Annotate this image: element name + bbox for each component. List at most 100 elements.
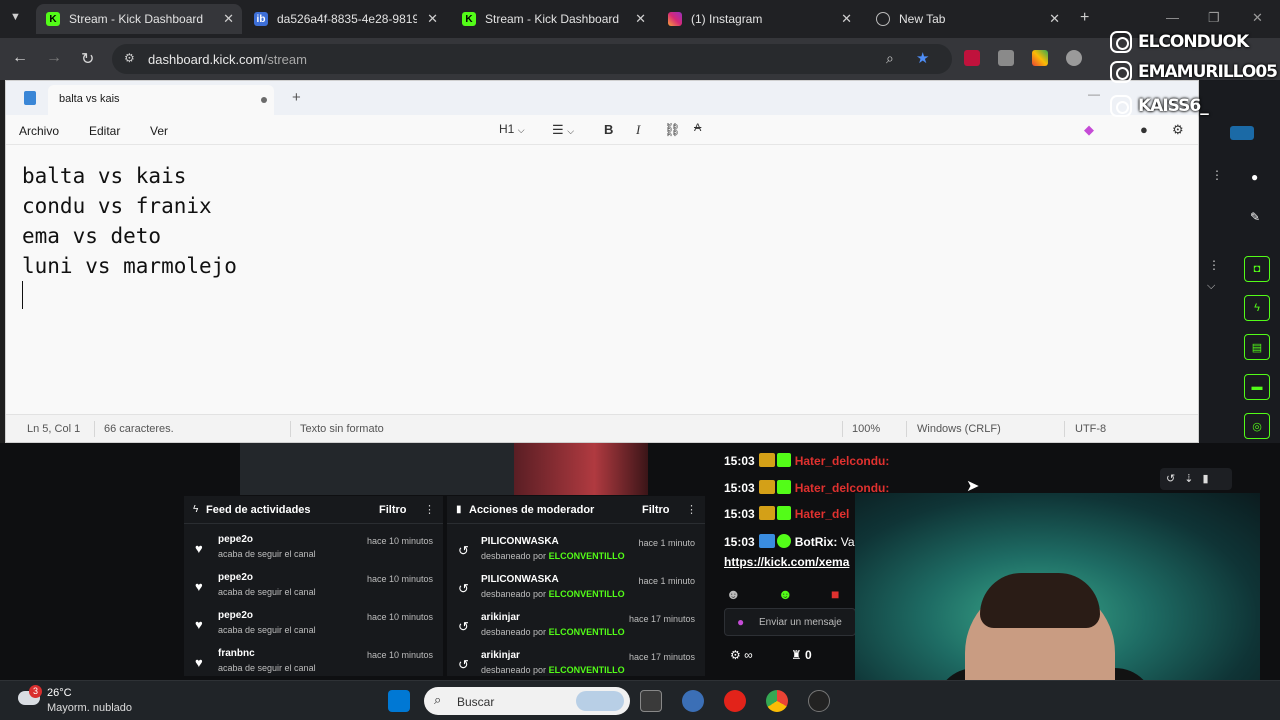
list-dropdown-icon[interactable]: ☰ ⌵ bbox=[552, 122, 574, 138]
zoom-level[interactable]: 100% bbox=[852, 423, 880, 435]
tab-search-icon[interactable]: ▼ bbox=[10, 11, 21, 23]
notification-badge: 3 bbox=[29, 685, 42, 698]
bot-badge-icon bbox=[758, 534, 775, 548]
taskbar-search[interactable]: ⌕ Buscar bbox=[424, 687, 630, 715]
cursor-position[interactable]: Ln 5, Col 1 bbox=[27, 423, 80, 435]
chrome-icon[interactable] bbox=[766, 690, 788, 712]
crown-badge-icon bbox=[758, 453, 775, 467]
more-options-icon[interactable]: ⋮ bbox=[1211, 168, 1223, 182]
restore-icon[interactable]: ❐ bbox=[1208, 10, 1220, 26]
menu-ver[interactable]: Ver bbox=[150, 124, 168, 138]
minimize-icon[interactable]: — bbox=[1166, 10, 1179, 25]
trash-icon[interactable]: ▮ bbox=[1202, 473, 1217, 485]
browser-tab-instagram[interactable]: (1) Instagram ✕ bbox=[658, 4, 860, 34]
browser-tab-kick-dashboard-2[interactable]: K Stream - Kick Dashboard ✕ bbox=[452, 4, 654, 34]
new-tab-button[interactable]: + bbox=[1080, 9, 1089, 27]
quick-action-button[interactable]: ◎ bbox=[1244, 413, 1270, 439]
more-options-icon[interactable]: ⋮ bbox=[1208, 258, 1220, 272]
heading-dropdown[interactable]: H1 ⌵ bbox=[499, 122, 525, 136]
edit-pencil-icon[interactable]: ✎ bbox=[1250, 210, 1260, 224]
notepad-tab[interactable]: balta vs kais bbox=[48, 85, 274, 115]
menu-editar[interactable]: Editar bbox=[89, 124, 120, 138]
ublock-extension-icon[interactable] bbox=[964, 50, 980, 66]
close-tab-icon[interactable]: ✕ bbox=[841, 11, 852, 27]
copilot-icon[interactable]: ◆ bbox=[1084, 122, 1094, 138]
weather-description[interactable]: Mayorm. nublado bbox=[47, 702, 132, 714]
close-tab-icon[interactable]: ✕ bbox=[427, 11, 438, 27]
mod-action-item: ↺ PILICONWASKA desbaneado por ELCONVENTI… bbox=[458, 536, 695, 561]
more-options-icon[interactable]: ⋮ bbox=[686, 503, 697, 516]
close-window-icon[interactable]: ✕ bbox=[1252, 10, 1263, 26]
browser-tab-kick-dashboard[interactable]: K Stream - Kick Dashboard ✕ bbox=[36, 4, 242, 34]
extension-icon[interactable] bbox=[998, 50, 1014, 66]
zoom-icon[interactable]: ⌕ bbox=[886, 50, 894, 67]
activity-feed-panel: ϟ Feed de actividades Filtro ⋮ ♥ pepe2o … bbox=[184, 496, 443, 676]
notepad-tab-title: balta vs kais bbox=[59, 93, 120, 105]
line-ending[interactable]: Windows (CRLF) bbox=[917, 423, 1001, 435]
link-icon[interactable]: ⛓ bbox=[664, 122, 681, 138]
extension-icon[interactable] bbox=[1032, 50, 1048, 66]
extension-icon[interactable] bbox=[1066, 50, 1082, 66]
emote-icon[interactable]: ☻ bbox=[726, 586, 741, 602]
address-bar[interactable]: ⚙ dashboard.kick.com/stream ⌕ ★ bbox=[112, 44, 952, 74]
text-format[interactable]: Texto sin formato bbox=[300, 423, 384, 435]
account-icon[interactable]: ● bbox=[1140, 122, 1148, 137]
quick-action-button[interactable]: ϟ bbox=[1244, 295, 1270, 321]
filter-button[interactable]: Filtro bbox=[379, 504, 407, 516]
unsaved-dot-icon[interactable] bbox=[261, 97, 267, 103]
bookmark-star-icon[interactable]: ★ bbox=[916, 49, 929, 67]
notepad-text-area[interactable]: balta vs kais condu vs franix ema vs det… bbox=[22, 161, 237, 311]
mod-actions-panel: ▮ Acciones de moderador Filtro ⋮ ↺ PILIC… bbox=[447, 496, 705, 676]
notepad-statusbar: Ln 5, Col 1 66 caracteres. Texto sin for… bbox=[6, 414, 1198, 442]
undo-icon[interactable]: ↺ bbox=[1166, 473, 1184, 485]
quick-action-button[interactable]: ▤ bbox=[1244, 334, 1270, 360]
emote-icon[interactable]: ☻ bbox=[778, 586, 793, 602]
browser-tab-document[interactable]: ib da526a4f-8835-4e28-9819- ✕ bbox=[244, 4, 446, 34]
filter-button[interactable]: Filtro bbox=[642, 504, 670, 516]
info-icon[interactable]: ● bbox=[1251, 170, 1258, 184]
chat-settings-icon[interactable]: ⚙ ∞ bbox=[730, 648, 753, 662]
chat-link[interactable]: https://kick.com/xema bbox=[724, 555, 849, 575]
reload-icon[interactable]: ↻ bbox=[81, 49, 94, 69]
search-highlight-image bbox=[576, 691, 624, 711]
chat-input[interactable]: ● Enviar un mensaje bbox=[724, 608, 856, 636]
obs-icon[interactable] bbox=[808, 690, 830, 712]
minimize-icon[interactable]: — bbox=[1088, 87, 1100, 101]
status-divider bbox=[842, 421, 843, 437]
site-info-icon[interactable]: ⚙ bbox=[124, 51, 135, 65]
task-view-icon[interactable] bbox=[640, 690, 662, 712]
clear-format-icon[interactable]: A bbox=[694, 122, 701, 134]
weather-temperature[interactable]: 26°C bbox=[47, 687, 72, 699]
back-arrow-icon[interactable]: ← bbox=[12, 49, 28, 67]
windows-start-icon[interactable] bbox=[388, 690, 410, 712]
undo-icon: ↺ bbox=[458, 657, 469, 672]
settings-gear-icon[interactable]: ⚙ bbox=[1172, 122, 1184, 138]
italic-icon[interactable]: I bbox=[636, 122, 640, 138]
chevron-down-icon[interactable]: ⌵ bbox=[1207, 280, 1215, 293]
instagram-favicon-icon bbox=[668, 12, 682, 26]
app-icon[interactable] bbox=[682, 690, 704, 712]
close-tab-icon[interactable]: ✕ bbox=[1049, 11, 1060, 27]
encoding[interactable]: UTF-8 bbox=[1075, 423, 1106, 435]
forward-arrow-icon[interactable]: → bbox=[46, 49, 62, 67]
browser-tab-new-tab[interactable]: New Tab ✕ bbox=[866, 4, 1068, 34]
quick-action-button[interactable]: ▬ bbox=[1244, 374, 1270, 400]
close-tab-icon[interactable]: ✕ bbox=[223, 11, 234, 27]
panel-title: Acciones de moderador bbox=[469, 504, 595, 516]
chat-message: 15:03 Hater_del bbox=[724, 506, 850, 521]
quick-action-button[interactable]: ◘ bbox=[1244, 256, 1270, 282]
microphone-icon[interactable]: ● bbox=[737, 615, 744, 629]
emote-icon[interactable]: ■ bbox=[831, 586, 839, 602]
chat-message: 15:03 BotRix: Va bbox=[724, 534, 855, 549]
bold-icon[interactable]: B bbox=[604, 122, 613, 137]
close-tab-icon[interactable]: ✕ bbox=[635, 11, 646, 27]
more-options-icon[interactable]: ⋮ bbox=[424, 503, 435, 516]
menu-archivo[interactable]: Archivo bbox=[19, 124, 59, 138]
feed-item: ♥ pepe2o acaba de seguir el canal hace 1… bbox=[195, 610, 433, 635]
opera-icon[interactable] bbox=[724, 690, 746, 712]
undo-icon: ↺ bbox=[458, 619, 469, 634]
heading-label: H1 bbox=[499, 122, 515, 136]
add-tab-button[interactable]: + bbox=[292, 89, 301, 106]
panel-title: Feed de actividades bbox=[206, 504, 311, 516]
pin-icon[interactable]: ⇣ bbox=[1184, 473, 1202, 485]
